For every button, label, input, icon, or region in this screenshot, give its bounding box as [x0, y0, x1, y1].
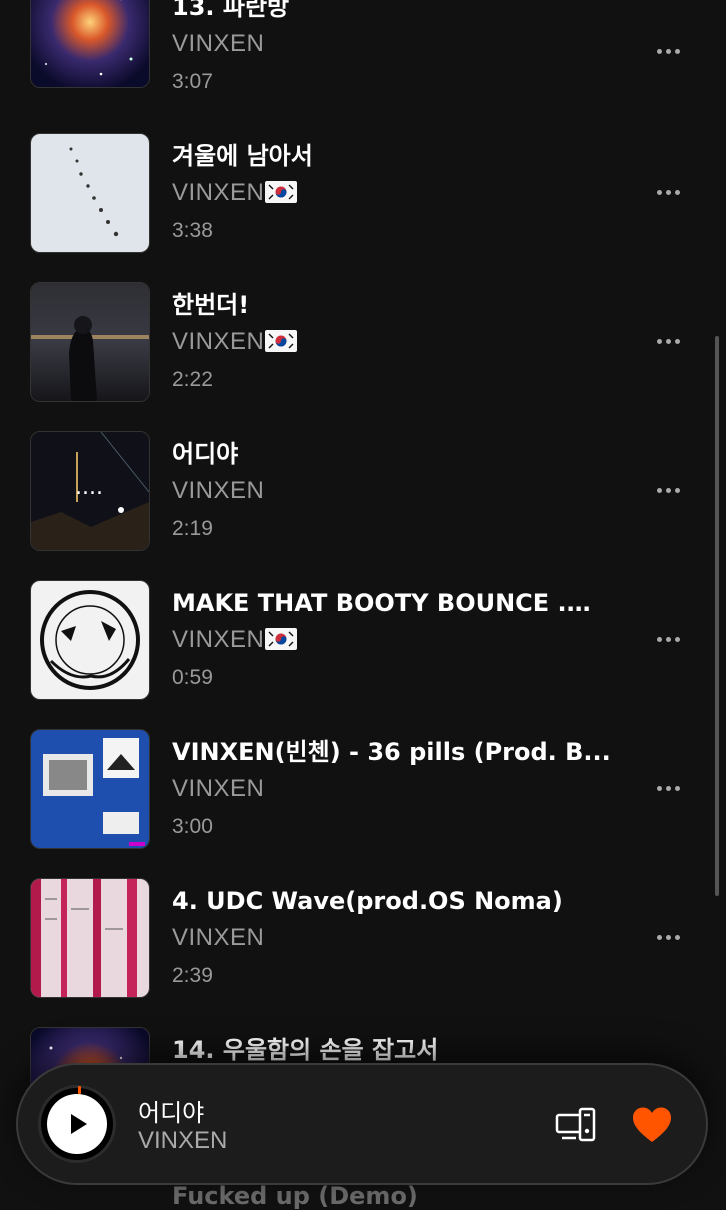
- more-dot-icon: [666, 488, 671, 493]
- svg-text:....: ....: [75, 475, 103, 500]
- more-dot-icon: [657, 49, 662, 54]
- track-artist-name: VINXEN: [172, 328, 264, 355]
- play-button[interactable]: [47, 1094, 107, 1154]
- track-artist: VINXEN: [172, 625, 297, 655]
- album-art[interactable]: [30, 580, 150, 700]
- track-title: VINXEN(빈첸) - 36 pills (Prod. B...: [172, 737, 612, 767]
- track-duration: 2:39: [172, 962, 213, 990]
- album-art[interactable]: [30, 0, 150, 88]
- track-row[interactable]: 겨울에 남아서 VINXEN 3:38: [0, 133, 726, 283]
- track-title: 4. UDC Wave(prod.OS Noma): [172, 886, 612, 916]
- track-artist: VINXEN: [172, 923, 264, 953]
- track-title: 한번더!: [172, 290, 612, 320]
- more-options-button[interactable]: [648, 925, 688, 949]
- album-art[interactable]: [30, 729, 150, 849]
- track-artist-name: VINXEN: [172, 626, 264, 653]
- track-artist-name: VINXEN: [172, 775, 264, 802]
- more-dot-icon: [675, 190, 680, 195]
- album-art[interactable]: [30, 878, 150, 998]
- track-row[interactable]: 한번더! VINXEN 2:22: [0, 282, 726, 432]
- more-dot-icon: [675, 339, 680, 344]
- track-artist-name: VINXEN: [172, 30, 264, 57]
- track-duration: 3:07: [172, 68, 213, 96]
- track-artist: VINXEN: [172, 774, 264, 804]
- track-title: MAKE THAT BOOTY BOUNCE .m...: [172, 588, 612, 618]
- track-artist-name: VINXEN: [172, 477, 264, 504]
- now-playing-title[interactable]: 어디야: [138, 1093, 204, 1128]
- track-row[interactable]: .... 어디야 VINXEN 2:19: [0, 431, 726, 581]
- like-button[interactable]: [630, 1105, 674, 1145]
- track-title: 13. 파란방: [172, 0, 612, 22]
- track-title: 14. 우울함의 손을 잡고서: [172, 1035, 612, 1065]
- scrollbar[interactable]: [715, 336, 719, 896]
- more-dot-icon: [666, 637, 671, 642]
- track-row[interactable]: 13. 파란방 VINXEN 3:07: [0, 0, 726, 134]
- more-options-button[interactable]: [648, 627, 688, 651]
- more-dot-icon: [657, 935, 662, 940]
- devices-button[interactable]: [554, 1107, 598, 1143]
- track-row[interactable]: VINXEN(빈첸) - 36 pills (Prod. B... VINXEN 3…: [0, 729, 726, 879]
- more-dot-icon: [657, 786, 662, 791]
- more-options-button[interactable]: [648, 478, 688, 502]
- track-row[interactable]: MAKE THAT BOOTY BOUNCE .m... VINXEN 0:59: [0, 580, 726, 730]
- play-icon: [63, 1110, 91, 1138]
- more-dot-icon: [666, 190, 671, 195]
- track-duration: 3:00: [172, 813, 213, 841]
- more-dot-icon: [675, 637, 680, 642]
- more-dot-icon: [666, 786, 671, 791]
- more-dot-icon: [666, 935, 671, 940]
- more-dot-icon: [657, 637, 662, 642]
- partially-hidden-track-title: Fucked up (Demo): [172, 1182, 418, 1210]
- track-artist-name: VINXEN: [172, 924, 264, 951]
- playback-progress-ring: [38, 1085, 116, 1163]
- track-title: 겨울에 남아서: [172, 141, 612, 171]
- more-options-button[interactable]: [648, 329, 688, 353]
- album-art[interactable]: [30, 133, 150, 253]
- track-duration: 2:22: [172, 366, 213, 394]
- heart-icon: [630, 1105, 674, 1145]
- more-dot-icon: [675, 935, 680, 940]
- album-art[interactable]: ....: [30, 431, 150, 551]
- more-dot-icon: [666, 49, 671, 54]
- track-artist: VINXEN: [172, 476, 264, 506]
- track-artist-name: VINXEN: [172, 179, 264, 206]
- more-options-button[interactable]: [648, 180, 688, 204]
- more-options-button[interactable]: [648, 39, 688, 63]
- more-dot-icon: [666, 339, 671, 344]
- korea-flag-icon: [265, 181, 297, 203]
- track-artist: VINXEN: [172, 327, 297, 357]
- more-options-button[interactable]: [648, 776, 688, 800]
- track-list: 13. 파란방 VINXEN 3:07 겨울에 남아서 VINXEN 3:38 한번더! VI…: [0, 0, 726, 1200]
- more-dot-icon: [657, 190, 662, 195]
- now-playing-artist[interactable]: VINXEN: [138, 1127, 227, 1155]
- track-title: 어디야: [172, 439, 612, 469]
- track-artist: VINXEN: [172, 178, 297, 208]
- progress-indicator: [78, 1086, 81, 1094]
- more-dot-icon: [657, 488, 662, 493]
- track-row[interactable]: 4. UDC Wave(prod.OS Noma) VINXEN 2:39: [0, 878, 726, 1028]
- track-duration: 0:59: [172, 664, 213, 692]
- track-duration: 3:38: [172, 217, 213, 245]
- more-dot-icon: [675, 488, 680, 493]
- more-dot-icon: [675, 786, 680, 791]
- korea-flag-icon: [265, 330, 297, 352]
- mini-player[interactable]: 어디야 VINXEN: [16, 1063, 708, 1185]
- korea-flag-icon: [265, 628, 297, 650]
- devices-icon: [554, 1107, 598, 1143]
- more-dot-icon: [657, 339, 662, 344]
- album-art[interactable]: [30, 282, 150, 402]
- track-duration: 2:19: [172, 515, 213, 543]
- more-dot-icon: [675, 49, 680, 54]
- track-artist: VINXEN: [172, 29, 264, 59]
